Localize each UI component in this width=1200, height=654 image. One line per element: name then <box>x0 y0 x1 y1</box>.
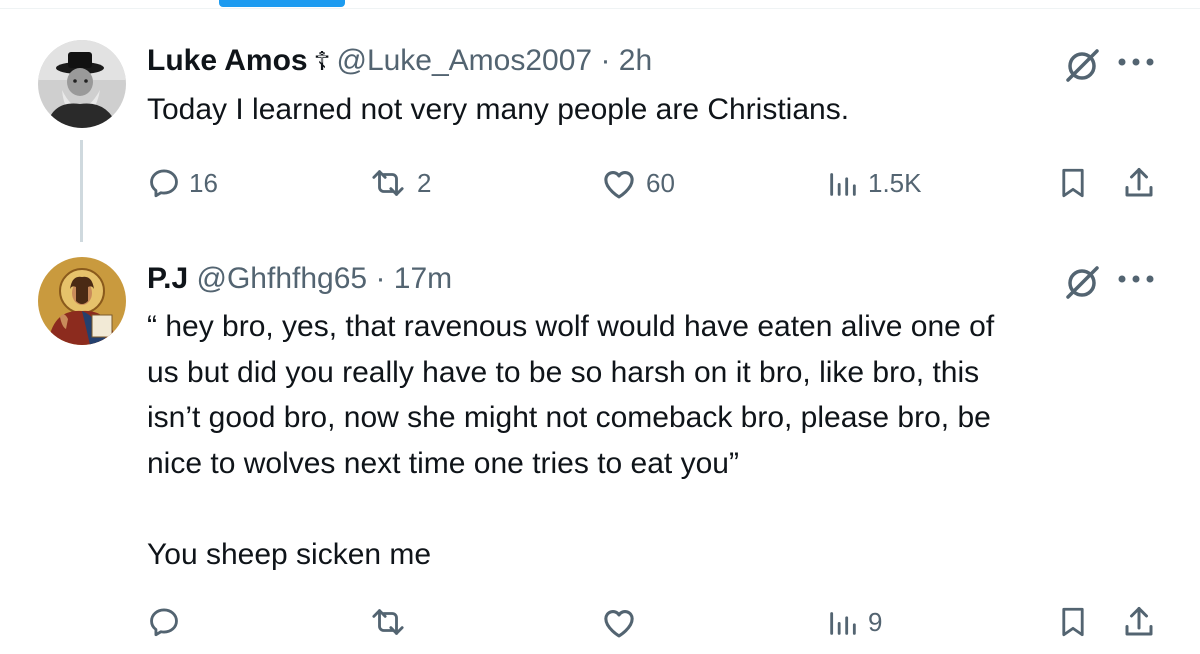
more-icon[interactable] <box>1114 52 1158 72</box>
share-icon <box>1125 607 1153 636</box>
bookmark-icon <box>1062 607 1084 637</box>
paragraph-break <box>147 486 994 532</box>
view-count: 9 <box>868 606 883 637</box>
timestamp[interactable]: 17m <box>394 262 452 295</box>
reply-count: 16 <box>189 167 218 198</box>
tweet-text-line: nice to wolves next time one tries to ea… <box>147 446 739 480</box>
repost-icon <box>372 609 404 635</box>
tweet-text-line: isn’t good bro, now she might not comeba… <box>147 401 991 434</box>
grok-icon[interactable] <box>1062 262 1102 302</box>
repost-button[interactable]: 2 <box>367 163 431 203</box>
display-name[interactable]: Luke Amos <box>147 44 308 77</box>
bookmark-button[interactable] <box>1056 163 1090 203</box>
tweet-text-line: us but did you really have to be so hars… <box>147 355 980 389</box>
like-button[interactable]: 60 <box>600 163 675 203</box>
repost-button[interactable] <box>367 602 417 642</box>
tweet-header: Luke Amos ☦ @Luke_Amos2007 · 2h <box>147 43 652 79</box>
more-icon[interactable] <box>1114 269 1158 289</box>
tweet-2[interactable]: P.J @Ghfhfhg65 · 17m “ hey bro, yes, tha… <box>0 240 1200 654</box>
views-button[interactable]: 9 <box>826 602 882 642</box>
reply-button[interactable] <box>147 602 189 642</box>
action-bar: 16 2 60 1.5K <box>0 163 1200 203</box>
tweet-1[interactable]: Luke Amos ☦ @Luke_Amos2007 · 2h Today I le… <box>0 0 1200 240</box>
like-icon <box>604 610 634 638</box>
bookmark-icon <box>1062 168 1084 198</box>
handle[interactable]: @Ghfhfhg65 <box>197 262 368 295</box>
like-button[interactable] <box>600 602 646 642</box>
views-icon <box>830 173 856 196</box>
timestamp[interactable]: 2h <box>619 44 652 77</box>
reply-icon <box>150 608 178 637</box>
views-icon <box>830 612 856 635</box>
tweet-header: P.J @Ghfhfhg65 · 17m <box>147 261 452 297</box>
separator-dot: · <box>600 44 611 77</box>
tweet-text-line: You sheep sicken me <box>147 537 432 571</box>
repost-icon <box>372 170 404 196</box>
separator-dot: · <box>375 262 386 295</box>
cross-badge: ☦ <box>313 46 331 76</box>
tweet-text-line: “ hey bro, yes, that ravenous wolf would… <box>147 310 995 343</box>
handle[interactable]: @Luke_Amos2007 <box>336 44 592 77</box>
display-name[interactable]: P.J <box>147 262 188 295</box>
bookmark-button[interactable] <box>1056 602 1090 642</box>
tweet-text: “ hey bro, yes, that ravenous wolf would… <box>147 304 994 577</box>
avatar[interactable] <box>38 40 126 128</box>
share-icon <box>1125 168 1153 197</box>
share-button[interactable] <box>1121 163 1157 203</box>
reply-icon <box>150 169 178 198</box>
tweet-text: Today I learned not very many people are… <box>147 87 849 133</box>
reply-button[interactable]: 16 <box>147 163 218 203</box>
like-icon <box>604 171 634 199</box>
avatar[interactable] <box>38 257 126 345</box>
repost-count: 2 <box>417 167 432 198</box>
share-button[interactable] <box>1121 602 1157 642</box>
tweet-text-line: Today I learned not very many people are… <box>147 93 850 126</box>
views-button[interactable]: 1.5K <box>826 163 922 203</box>
grok-icon[interactable] <box>1062 45 1102 85</box>
view-count: 1.5K <box>868 167 922 198</box>
like-count: 60 <box>646 167 675 198</box>
action-bar: 9 <box>0 602 1200 642</box>
